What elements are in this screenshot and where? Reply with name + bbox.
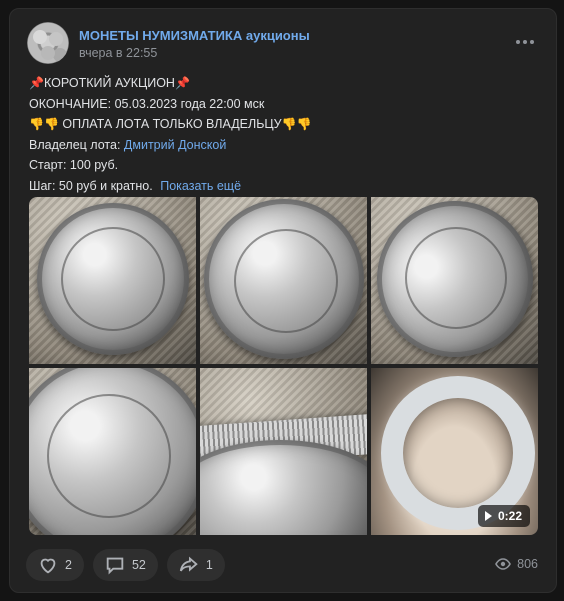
share-button[interactable]: 1 (166, 549, 225, 581)
show-more-link[interactable]: Показать ещё (160, 179, 241, 193)
comment-button[interactable]: 52 (92, 549, 158, 581)
play-icon (484, 511, 492, 521)
owner-line: Владелец лота: Дмитрий Донской (29, 135, 539, 156)
video-duration: 0:22 (497, 509, 522, 523)
photo-coin-edge[interactable] (200, 368, 367, 535)
payment-line: 👎👎 ОПЛАТА ЛОТА ТОЛЬКО ВЛАДЕЛЬЦУ👎👎 (29, 114, 539, 135)
eye-icon (495, 558, 512, 570)
views-counter: 806 (495, 557, 538, 571)
start-line: Старт: 100 руб. (29, 158, 119, 172)
video-preview[interactable]: 0:22 (371, 368, 538, 535)
post-timestamp[interactable]: вчера в 22:55 (79, 46, 157, 60)
pushpin-icon: 📌 (29, 76, 44, 90)
thumbs-down-icon: 👎 (281, 117, 297, 131)
thumbs-down-icon: 👎 (296, 117, 312, 131)
owner-link[interactable]: Дмитрий Донской (124, 138, 226, 152)
auction-title: КОРОТКИЙ АУКЦИОН (43, 76, 175, 90)
group-avatar[interactable] (27, 22, 69, 64)
title-line: 📌КОРОТКИЙ АУКЦИОН📌 (29, 73, 539, 94)
post-actions: 2 52 1 (26, 549, 225, 581)
thumbs-down-icon: 👎 (43, 117, 59, 131)
heart-icon (40, 558, 56, 574)
photo-coin-obverse[interactable] (200, 197, 367, 364)
group-name-link[interactable]: МОНЕТЫ НУМИЗМАТИКА аукционы (79, 28, 310, 43)
more-icon[interactable] (516, 38, 534, 46)
share-icon (179, 556, 198, 572)
step-text: Шаг: 50 руб и кратно. (29, 178, 153, 193)
step-line: Шаг: 50 руб и кратно. Показать ещё (29, 176, 539, 197)
comment-count: 52 (131, 558, 146, 572)
pushpin-icon: 📌 (174, 76, 190, 90)
comment-icon (106, 557, 124, 575)
video-duration-badge: 0:22 (477, 505, 530, 527)
photo-gallery: 0:22 (29, 197, 538, 535)
payment-text: ОПЛАТА ЛОТА ТОЛЬКО ВЛАДЕЛЬЦУ (62, 117, 282, 131)
photo-coin-reverse-angle[interactable] (371, 197, 538, 364)
photo-coin-obverse-closeup[interactable] (29, 368, 196, 535)
photo-coin-reverse[interactable] (29, 197, 196, 364)
post-text: 📌КОРОТКИЙ АУКЦИОН📌 ОКОНЧАНИЕ: 05.03.2023… (29, 73, 539, 196)
share-count: 1 (205, 558, 213, 572)
like-button[interactable]: 2 (26, 549, 84, 581)
views-count: 806 (517, 557, 538, 571)
thumbs-down-icon: 👎 (29, 117, 44, 131)
owner-label: Владелец лота: (29, 137, 121, 152)
like-count: 2 (65, 558, 72, 572)
ending-line: ОКОНЧАНИЕ: 05.03.2023 года 22:00 мск (29, 96, 265, 111)
